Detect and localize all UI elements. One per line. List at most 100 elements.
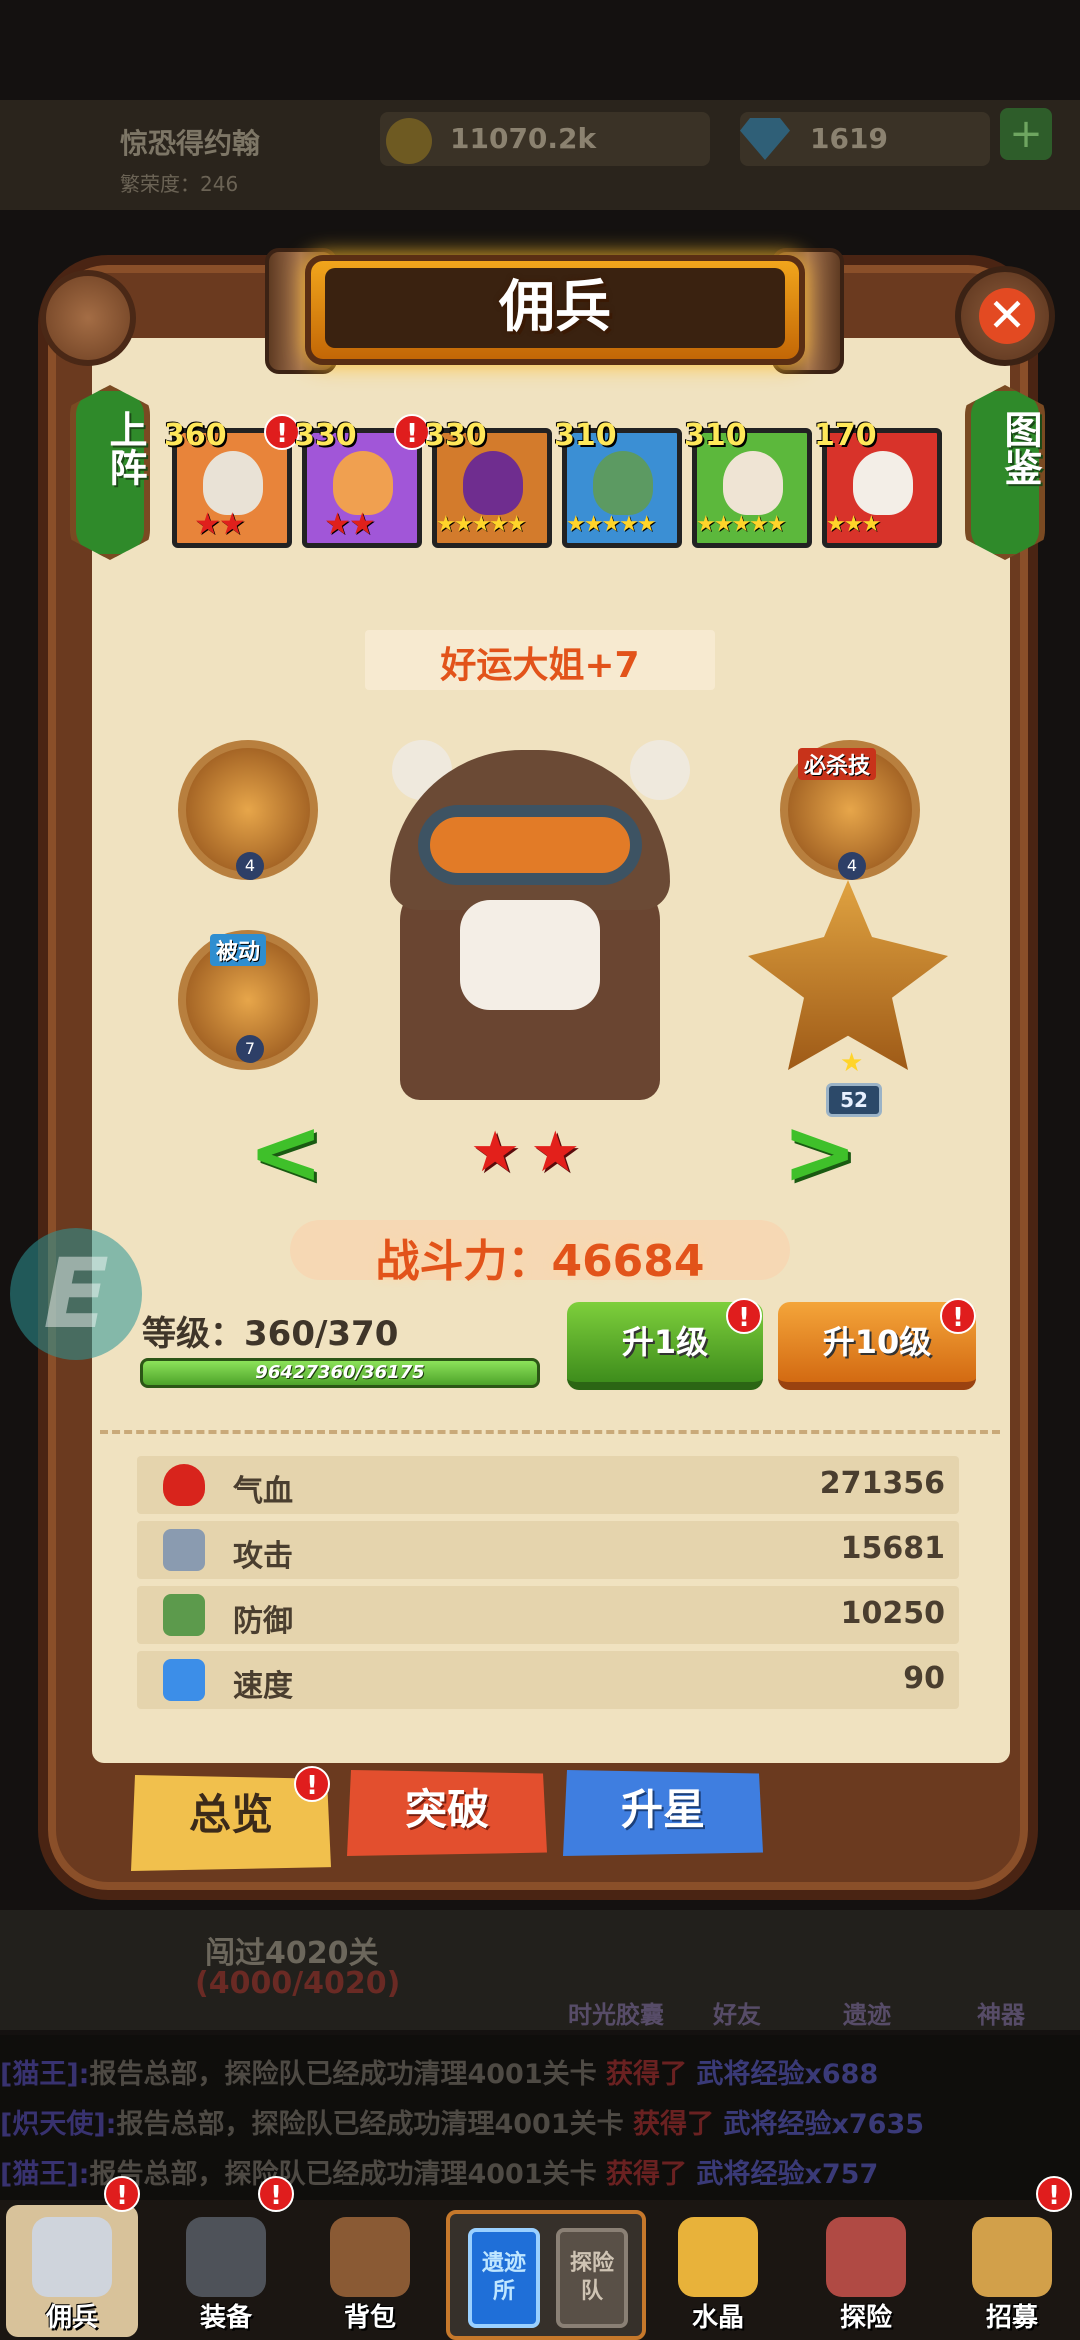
axe-icon	[826, 2217, 906, 2297]
hero-card-stars: ★★	[324, 507, 376, 542]
ultimate-tag: 必杀技	[798, 748, 877, 780]
level-value: 360/370	[244, 1314, 399, 1354]
lightning-icon	[163, 1659, 205, 1701]
chat-got: 获得了	[606, 2059, 688, 2090]
shield-icon	[163, 1594, 205, 1636]
floating-e-button[interactable]: E	[10, 1228, 142, 1360]
nav-expedition-button[interactable]: 探险队	[556, 2228, 628, 2328]
chat-line: [炽天使]:报告总部，探险队已经成功清理4001关卡 获得了 武将经验x7635	[0, 2102, 924, 2141]
player-name: 惊恐得约翰	[120, 127, 261, 160]
chat-sender: [猫王]:	[0, 2159, 90, 2190]
hero-portrait	[333, 451, 393, 515]
skull-icon	[32, 2217, 112, 2297]
stage-progress: (4000/4020)	[195, 1966, 401, 2001]
add-gems-button: +	[1000, 108, 1052, 160]
hero-goggles	[418, 805, 642, 885]
stat-name: 攻击	[233, 1539, 293, 1574]
divider	[100, 1430, 1000, 1434]
backpack-icon	[330, 2217, 410, 2297]
level-display: 等级：360/370	[142, 1306, 398, 1355]
skill-level: 7	[236, 1035, 264, 1063]
hero-face	[460, 900, 600, 1010]
tab-overview-label: 总览	[188, 1790, 273, 1839]
previous-hero-arrow[interactable]: <	[248, 1108, 323, 1198]
scroll-icon	[972, 2217, 1052, 2297]
hero-portrait	[723, 451, 783, 515]
chat-got: 获得了	[633, 2109, 715, 2140]
hero-card-level: 170	[814, 418, 877, 453]
level-up-1-label: 升1级	[621, 1323, 709, 1361]
overview-alert-icon: !	[294, 1766, 330, 1802]
hero-name: 好运大姐+7	[440, 645, 640, 686]
nav-equipment-alert-icon: !	[258, 2176, 294, 2212]
chat-sender: [猫王]:	[0, 2059, 90, 2090]
stat-row-sword: 攻击 15681	[137, 1521, 959, 1579]
passive-tag: 被动	[210, 934, 267, 966]
nav-label: 装备	[199, 2303, 252, 2333]
chat-line: [猫王]:报告总部，探险队已经成功清理4001关卡 获得了 武将经验x688	[0, 2052, 878, 2091]
crystal-icon	[678, 2217, 758, 2297]
stat-value: 10250	[840, 1596, 945, 1631]
feature-label-friends: 好友	[713, 2001, 761, 2029]
nav-mercenary-alert-icon: !	[104, 2176, 140, 2212]
chat-reward: 武将经验x7635	[723, 2109, 925, 2140]
stage-strip	[0, 1910, 1080, 2030]
weapon-star-icon: ★	[840, 1048, 864, 1078]
nav-label: 水晶	[691, 2303, 744, 2333]
hero-portrait	[203, 451, 263, 515]
nav-center-group: 遗迹所 探险队	[446, 2210, 646, 2340]
skill-level: 4	[236, 852, 264, 880]
nav-ruins-button[interactable]: 遗迹所	[468, 2228, 540, 2328]
xp-text: 96427360/36175	[255, 1362, 425, 1383]
nav-equipment[interactable]: 装备	[160, 2205, 292, 2337]
tab-star-up-label: 升星	[620, 1785, 705, 1834]
hero-portrait	[463, 451, 523, 515]
hero-card-stars: ★★	[194, 507, 246, 542]
nav-label: 招募	[985, 2303, 1038, 2333]
hero-card-stars: ★★★★★	[436, 512, 527, 537]
xp-bar: 96427360/36175	[140, 1358, 540, 1388]
nav-label: 背包	[343, 2303, 396, 2333]
chat-message: 报告总部，探险队已经成功清理4001关卡	[89, 2059, 597, 2090]
nav-recruit-alert-icon: !	[1036, 2176, 1072, 2212]
skill-level: 4	[838, 852, 866, 880]
tab-breakthrough[interactable]: 突破	[347, 1770, 547, 1856]
chat-reward: 武将经验x757	[696, 2159, 879, 2190]
nav-label: 佣兵	[45, 2303, 98, 2333]
stat-row-lightning: 速度 90	[137, 1651, 959, 1709]
stat-name: 防御	[233, 1604, 293, 1639]
close-icon: ✕	[979, 288, 1035, 344]
panel-title: 佣兵	[499, 275, 611, 340]
close-button[interactable]: ✕	[955, 266, 1055, 366]
chat-got: 获得了	[606, 2159, 688, 2190]
stat-value: 271356	[819, 1466, 945, 1501]
stat-row-shield: 防御 10250	[137, 1586, 959, 1644]
deploy-tab-label: 上阵	[103, 410, 147, 486]
hero-card-level: 330	[424, 418, 487, 453]
nav-explore[interactable]: 探险	[800, 2205, 932, 2337]
game-screen: 惊恐得约翰 繁荣度：246 11070.2k 1619 + 闯过4020关 (4…	[0, 0, 1080, 2340]
chat-message: 报告总部，探险队已经成功清理4001关卡	[116, 2109, 624, 2140]
hero-card-stars: ★★★	[826, 512, 881, 537]
chat-sender: [炽天使]:	[0, 2109, 117, 2140]
stat-value: 15681	[840, 1531, 945, 1566]
next-hero-arrow[interactable]: >	[782, 1108, 857, 1198]
level-up-10-label: 升10级	[822, 1323, 932, 1361]
feature-label-ruins: 遗迹	[843, 2001, 891, 2029]
chat-message: 报告总部，探险队已经成功清理4001关卡	[89, 2159, 597, 2190]
tab-star-up[interactable]: 升星	[563, 1770, 763, 1856]
hero-card-level: 310	[684, 418, 747, 453]
nav-label: 探险	[839, 2303, 892, 2333]
sword-icon	[163, 1529, 205, 1571]
power-value: 46684	[551, 1236, 705, 1287]
nav-recruit[interactable]: 招募	[946, 2205, 1078, 2337]
hero-card-stars: ★★★★★	[566, 512, 657, 537]
coin-icon	[386, 118, 432, 164]
heart-icon	[163, 1464, 205, 1506]
nav-crystal[interactable]: 水晶	[652, 2205, 784, 2337]
power-label: 战斗力：	[375, 1236, 552, 1287]
stat-value: 90	[903, 1661, 945, 1696]
level-up-10-alert-icon: !	[940, 1298, 976, 1334]
nav-backpack[interactable]: 背包	[304, 2205, 436, 2337]
nav-mercenary[interactable]: 佣兵	[6, 2205, 138, 2337]
